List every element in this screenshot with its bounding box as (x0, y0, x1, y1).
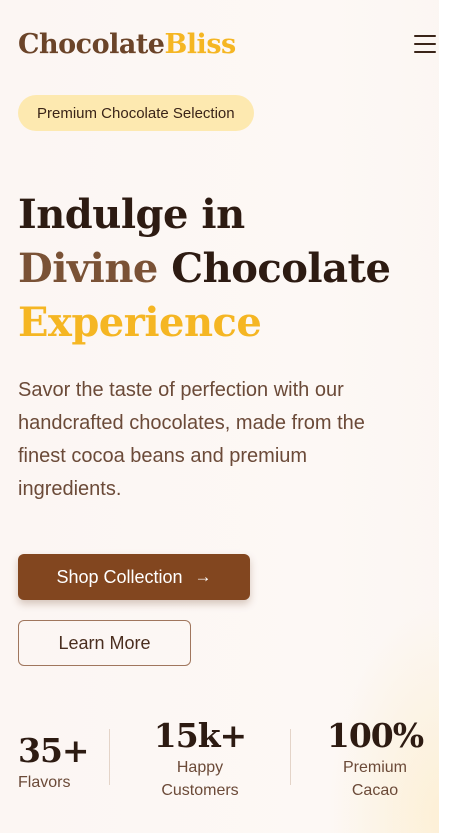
stat-label-line-1: Premium (342, 759, 407, 776)
shop-collection-button[interactable]: Shop Collection → (18, 554, 250, 600)
brand-logo[interactable]: ChocolateBliss (18, 29, 236, 60)
menu-bar (414, 35, 436, 38)
logo-text-primary: Chocolate (18, 28, 165, 60)
stat-cacao: 100% Premium Cacao (315, 716, 435, 802)
stat-label: Flavors (18, 774, 71, 791)
headline-line-1: Indulge in (18, 191, 245, 238)
stat-divider (109, 729, 110, 785)
headline-accent-word: Divine (18, 245, 158, 292)
arrow-right-icon: → (194, 567, 212, 586)
logo-text-accent: Bliss (164, 28, 236, 60)
stat-value: 15k+ (153, 716, 247, 755)
menu-bar (414, 42, 436, 46)
hamburger-menu-icon[interactable] (414, 35, 436, 53)
headline-line-2: Divine Chocolate (18, 242, 391, 296)
site-header: ChocolateBliss (18, 24, 438, 64)
stat-label-line-1: Happy (176, 759, 224, 776)
stat-divider (290, 729, 291, 785)
headline-line-2-rest: Chocolate (157, 245, 391, 292)
shop-collection-label: Shop Collection (56, 566, 183, 587)
learn-more-button[interactable]: Learn More (18, 620, 191, 666)
premium-badge: Premium Chocolate Selection (18, 95, 254, 131)
hero-headline: Indulge in Divine Chocolate Experience (18, 188, 391, 350)
stat-flavors: 35+ Flavors (18, 731, 90, 794)
stat-value: 35+ (18, 731, 90, 770)
menu-bar (414, 50, 436, 53)
hero-description: Savor the taste of perfection with our h… (18, 379, 365, 500)
scroll-gutter (439, 0, 465, 833)
stat-value: 100% (326, 716, 424, 755)
stat-label-line-2: Customers (161, 782, 239, 799)
learn-more-label: Learn More (58, 632, 151, 653)
stat-customers: 15k+ Happy Customers (140, 716, 260, 802)
headline-line-3: Experience (18, 299, 262, 346)
stat-label-line-2: Cacao (351, 782, 399, 799)
